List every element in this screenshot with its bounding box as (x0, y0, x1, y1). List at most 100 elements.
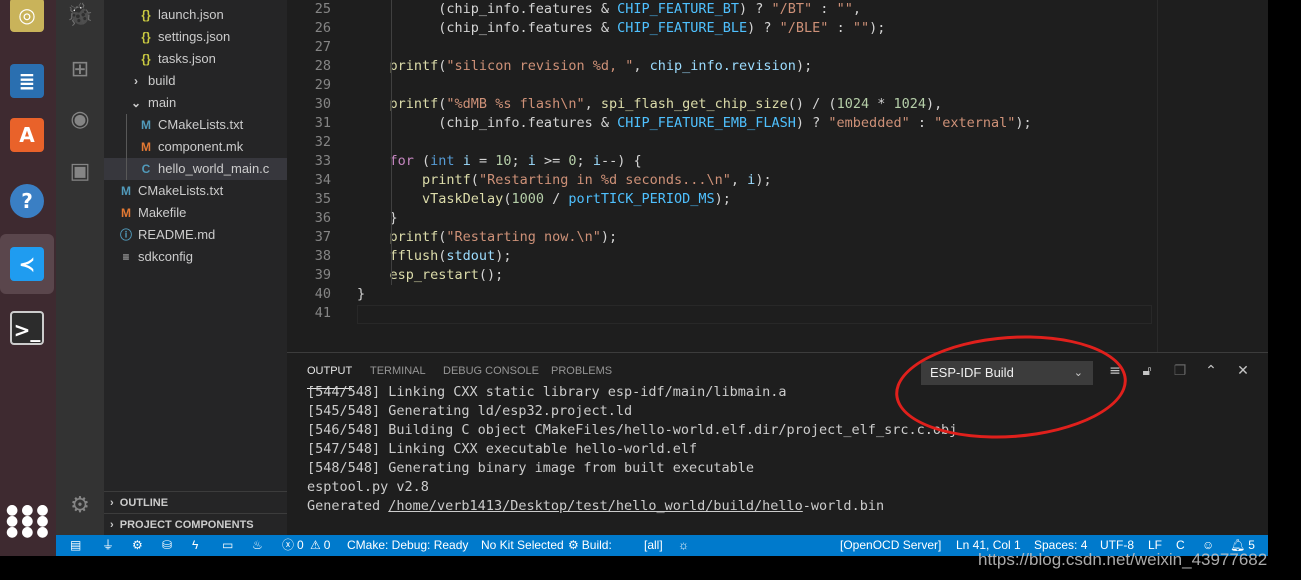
code-line: printf("silicon revision %d, ", chip_inf… (357, 57, 813, 76)
code-line: } (357, 285, 365, 304)
explorer-item[interactable]: ⓘ README.md (104, 224, 287, 246)
code-token: , (584, 96, 601, 112)
rhythmbox-icon[interactable]: ◎ (4, 0, 50, 38)
flash-icon[interactable]: ϟ (192, 535, 201, 556)
extensions-icon[interactable]: ⊞ (66, 56, 94, 84)
editor-scrollbar[interactable] (1157, 0, 1158, 352)
explorer-item[interactable]: ⌄ main (104, 92, 287, 114)
folder-icon: ▤ (70, 538, 82, 552)
settings-icon[interactable]: ⚙ (132, 535, 146, 556)
openocd-label: [OpenOCD Server] (840, 538, 942, 552)
warnings-icon: ⚠ (310, 538, 321, 552)
output-text: Generated (307, 498, 389, 514)
code-token: , (730, 172, 748, 188)
code-token: CHIP_FEATURE_BLE (617, 20, 748, 36)
explorer-item[interactable]: M CMakeLists.txt (104, 180, 287, 202)
code-editor[interactable]: 25 (chip_info.features & CHIP_FEATURE_BT… (287, 0, 1268, 352)
file-type-icon: ⓘ (119, 228, 132, 242)
explorer-item[interactable]: ≡ sdkconfig (104, 246, 287, 268)
flame-icon[interactable]: ♨ (252, 535, 266, 556)
maximize-panel-icon[interactable]: ⌃ (1201, 363, 1221, 379)
code-token: 0 (568, 153, 577, 169)
help-icon[interactable]: ? (4, 178, 50, 224)
chevron-icon: ⌄ (130, 96, 142, 110)
line-number: 29 (314, 77, 331, 93)
monitor-icon[interactable]: ▭ (222, 535, 236, 556)
watermark: https://blog.csdn.net/weixin_43977682 (978, 550, 1268, 569)
output-text: -world.bin (802, 498, 885, 514)
code-token: printf (357, 172, 471, 188)
folder-icon[interactable]: ▤ (70, 535, 84, 556)
explorer-item-label: settings.json (158, 29, 231, 44)
database-icon[interactable]: ⛁ (162, 535, 175, 556)
explorer-item[interactable]: M CMakeLists.txt (104, 114, 287, 136)
software-center-icon-glyph: A (10, 118, 44, 152)
code-token: "/BT" (771, 1, 813, 17)
flash-icon: ϟ (192, 538, 199, 552)
line-number: 36 (314, 210, 331, 226)
output-file-link[interactable]: /home/verb1413/Desktop/test/hello_world/… (388, 498, 803, 514)
openocd-server[interactable]: [OpenOCD Server] (840, 535, 941, 556)
vscode-icon[interactable]: ≺ (0, 234, 54, 294)
explorer-item[interactable]: › build (104, 70, 287, 92)
file-type-icon: M (121, 184, 131, 198)
warnings-icon[interactable]: ⚠ 0 (310, 535, 330, 556)
code-token: ) ? (739, 1, 772, 17)
show-applications-icon[interactable]: ●●● ●●● ●●● (6, 503, 49, 539)
cmake-status[interactable]: CMake: Debug: Ready (347, 535, 468, 556)
manage-gear-icon[interactable]: ⚙ (66, 492, 94, 520)
libreoffice-writer-icon[interactable]: ≣ (4, 58, 50, 104)
explorer-item[interactable]: {} settings.json (104, 26, 287, 48)
output-line: esptool.py v2.8 (307, 479, 429, 495)
code-token: } (357, 286, 366, 302)
code-token: (chip_info.features & (357, 20, 618, 36)
line-number: 27 (314, 39, 331, 55)
kit-selector[interactable]: No Kit Selected (481, 535, 564, 556)
explorer-item-label: main (148, 95, 177, 110)
code-token: ); (495, 248, 512, 264)
explorer-item[interactable]: Chello_world_main.c (104, 158, 287, 180)
code-token: , (852, 1, 861, 17)
line-number: 31 (314, 115, 331, 131)
code-token: ); (1015, 115, 1032, 131)
code-token: ); (714, 191, 731, 207)
code-token: chip_info.revision (649, 58, 796, 74)
current-line-highlight (357, 305, 1152, 324)
code-token: i (527, 153, 536, 169)
build-gear-icon[interactable]: ⚙ Build: (568, 535, 612, 556)
build-target[interactable]: [all] (644, 535, 663, 556)
explorer-item[interactable]: M Makefile (104, 202, 287, 224)
open-log-icon[interactable]: ❐ (1170, 363, 1190, 379)
code-token: i (454, 153, 471, 169)
project-components-section[interactable]: › PROJECT COMPONENTS (104, 513, 287, 535)
flame-icon: ♨ (252, 538, 263, 552)
errors-icon[interactable]: ⓧ 0 (282, 535, 304, 556)
espressif-icon[interactable]: ◉ (66, 106, 94, 134)
debug-icon[interactable]: ☼ (678, 535, 692, 556)
code-token: spi_flash_get_chip_size (600, 96, 788, 112)
activity-bar: ⚙ 🐞 ⊞ ◉ ▣ (56, 0, 104, 535)
code-token: "" (836, 1, 853, 17)
line-number: 32 (314, 134, 331, 150)
lock-scroll-icon[interactable]: 🔓︎ (1137, 363, 1157, 379)
line-number: 34 (314, 172, 331, 188)
code-token: printf (357, 229, 439, 245)
debug-icon[interactable]: 🐞 (66, 2, 94, 30)
project-components-label: PROJECT COMPONENTS (119, 519, 254, 531)
close-panel-icon[interactable]: ✕ (1233, 363, 1253, 379)
explorer-item[interactable]: Mcomponent.mk (104, 136, 287, 158)
outline-section[interactable]: › OUTLINE (104, 491, 287, 513)
terminal-icon-glyph: >_ (10, 311, 44, 345)
software-center-icon[interactable]: A (4, 112, 50, 158)
remote-explorer-icon[interactable]: ▣ (66, 158, 94, 186)
file-type-icon: C (141, 162, 151, 176)
explorer-item[interactable]: {} launch.json (104, 4, 287, 26)
code-token: portTICK_PERIOD_MS (568, 191, 715, 207)
explorer-item[interactable]: {} tasks.json (104, 48, 287, 70)
output-line: [546/548] Building C object CMakeFiles/h… (307, 422, 958, 438)
plug-icon[interactable]: ⏚ (102, 535, 117, 556)
cmake-label: CMake: Debug: Ready (347, 538, 469, 552)
terminal-icon[interactable]: >_ (4, 305, 50, 351)
errors-label: 0 (297, 538, 304, 552)
code-token: : (909, 115, 935, 131)
